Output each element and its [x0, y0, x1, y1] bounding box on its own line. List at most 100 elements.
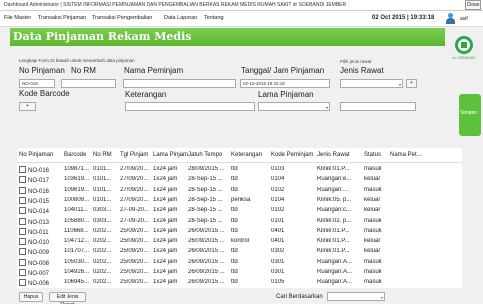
cell-text: NO-007 [28, 271, 50, 277]
barcode-button[interactable]: + [19, 102, 36, 111]
row-checkbox[interactable] [19, 217, 26, 225]
cell-keterangan: ttd [231, 227, 238, 234]
column-header-tgl-pinjam[interactable]: Tgl Pinjam [120, 152, 148, 158]
nama-peminjam-input[interactable] [123, 79, 236, 88]
menu-transaksi-pinjaman[interactable]: Transaksi Pinjaman [38, 15, 86, 21]
column-header-jenis-rawat[interactable]: Jenis Rawat [317, 152, 350, 158]
search-select[interactable]: ▾ [327, 292, 385, 301]
cell-no-rm: 0202... [93, 227, 112, 234]
save-button[interactable]: Simpan [459, 94, 481, 136]
column-header-no-pinjaman[interactable]: No Pinjaman [19, 152, 53, 158]
page-title: Data Pinjaman Rekam Medis [13, 30, 192, 43]
row-checkbox[interactable] [19, 196, 26, 204]
cell-jatuh-tempo: 26/09/2015 ... [188, 269, 225, 275]
cell-status: keluar [364, 207, 381, 214]
cell-no-pinjaman: NO-008 [19, 258, 63, 267]
column-header-keterangan[interactable]: Keterangan [231, 152, 262, 158]
cell-keterangan: periksa [231, 196, 251, 203]
cell-jenis-rawat: Klinik:05. p... [317, 196, 352, 203]
cell-tgl-pinjam: 27-09-20... [120, 217, 150, 224]
delete-button[interactable]: Hapus [19, 292, 43, 302]
lama-pinjaman-select[interactable]: ▾ [258, 102, 330, 111]
column-header-kode-peminjam[interactable]: Kode Peminjam [271, 152, 313, 158]
row-checkbox[interactable] [19, 207, 26, 215]
cell-kode-peminjam: 0401 [271, 238, 285, 245]
cell-text: NO-015 [28, 198, 50, 205]
menu-tentang[interactable]: Tentang [204, 15, 224, 21]
cell-barcode: 105880... [64, 217, 90, 224]
no-pinjaman-input[interactable]: NO-018 [19, 79, 55, 88]
row-checkbox[interactable] [19, 166, 26, 173]
row-checkbox[interactable] [19, 238, 26, 246]
row-checkbox[interactable] [19, 258, 26, 266]
cell-keterangan: ttd [231, 279, 238, 286]
no-rm-input[interactable] [61, 79, 116, 88]
tanggal-input[interactable]: 02-10-2015 19:33:18 [240, 79, 330, 88]
cell-jenis-rawat: Klinik:01.P... [317, 248, 350, 255]
cell-barcode: 109619... [64, 186, 90, 193]
cell-status: keluar [364, 248, 381, 255]
cell-no-pinjaman: NO-009 [19, 248, 63, 256]
cell-jatuh-tempo: 28/09/2015 ... [188, 166, 225, 172]
chevron-down-icon: ▾ [380, 295, 383, 300]
cell-jatuh-tempo: 26/09/2015 ... [188, 279, 225, 286]
column-header-jatuh-tempo[interactable]: Jatuh Tempo [188, 152, 222, 158]
row-checkbox[interactable] [19, 186, 26, 194]
cell-lama-pinjam: 1x24 jam [153, 248, 178, 255]
cell-text: NO-008 [28, 260, 50, 267]
cell-no-pinjaman: NO-016 [19, 186, 63, 195]
close-button[interactable]: Close [465, 0, 481, 10]
keterangan-input[interactable] [125, 102, 255, 111]
cell-keterangan: ttd [231, 207, 238, 214]
datetime-display: 02 Oct 2015 | 19:33:18 [372, 15, 435, 21]
cell-lama-pinjam: 1x24 jam [153, 186, 178, 193]
menu-transaksi-pengembalian[interactable]: Transaksi Pengembalian [92, 15, 152, 21]
pinjaman-table: No Pinjaman Barcode No RM Tgl Pinjam Lama Pi… [17, 148, 462, 288]
cell-status: masuk [364, 269, 382, 275]
no-pinjaman-label: No Pinjaman [19, 66, 65, 75]
column-header-lama-pinjam[interactable]: Lama Pinjam [153, 152, 188, 158]
row-checkbox[interactable] [19, 227, 26, 235]
cell-no-rm: 0202... [93, 238, 112, 245]
cell-jenis-rawat: Ruangan:A... [317, 269, 353, 275]
cell-no-rm: 0202... [93, 279, 112, 286]
cell-lama-pinjam: 1x24 jam [153, 227, 178, 234]
cell-barcode: 100809... [64, 196, 90, 203]
cell-jatuh-tempo: 28-Sep-15 ... [188, 207, 223, 214]
column-header-nama-petugas[interactable]: Nama Pet... [390, 152, 422, 158]
cell-lama-pinjam: 1x24 jam [153, 269, 178, 275]
cell-no-pinjaman: NO-015 [19, 196, 63, 205]
row-checkbox[interactable] [19, 176, 26, 184]
cell-no-pinjaman: NO-010 [19, 238, 63, 246]
row-checkbox[interactable] [19, 279, 26, 287]
cell-tgl-pinjam: 27/09/20... [120, 186, 149, 193]
column-header-status[interactable]: Status [364, 152, 381, 158]
cell-tgl-pinjam: 27/09/20... [120, 196, 149, 203]
menu-file-master[interactable]: File Master [4, 15, 31, 21]
column-header-barcode[interactable]: Barcode [64, 152, 86, 158]
footer-bar: Hapus Edit Jenis Rawat Cari Berdasarkan … [0, 288, 483, 304]
cell-lama-pinjam: 1x24 jam [153, 238, 178, 245]
edit-jenis-rawat-button[interactable]: Edit Jenis Rawat [49, 292, 86, 304]
jenis-rawat-label: Jenis Rawat [340, 66, 384, 75]
add-jenis-rawat-button[interactable]: + [406, 79, 417, 88]
cell-lama-pinjam: 1x24 jam [153, 217, 178, 224]
row-checkbox[interactable] [19, 248, 26, 256]
cell-kode-peminjam: 0302 [271, 248, 285, 255]
cell-kode-peminjam: 0103 [271, 166, 285, 172]
cell-status: masuk [364, 186, 382, 193]
column-header-no-rm[interactable]: No RM [93, 152, 112, 158]
extra-input[interactable] [340, 102, 416, 111]
cell-no-pinjaman: NO-007 [19, 269, 63, 277]
row-checkbox[interactable] [19, 269, 26, 276]
cell-status: keluar [364, 196, 381, 203]
cell-text: NO-011 [28, 229, 49, 236]
cell-barcode: 103619... [64, 176, 90, 183]
table-row[interactable]: NO-006 106945... 0202... 25/09/20... 1x24 ja… [17, 277, 462, 288]
cell-keterangan: ttd [231, 166, 238, 172]
jenis-rawat-select[interactable]: ▾ [340, 79, 403, 88]
menu-data-laporan[interactable]: Data Laporan [164, 15, 197, 21]
cell-no-rm: 0101... [93, 196, 112, 203]
cell-barcode: 104712... [64, 238, 90, 245]
cell-no-pinjaman: NO-017 [19, 176, 63, 184]
